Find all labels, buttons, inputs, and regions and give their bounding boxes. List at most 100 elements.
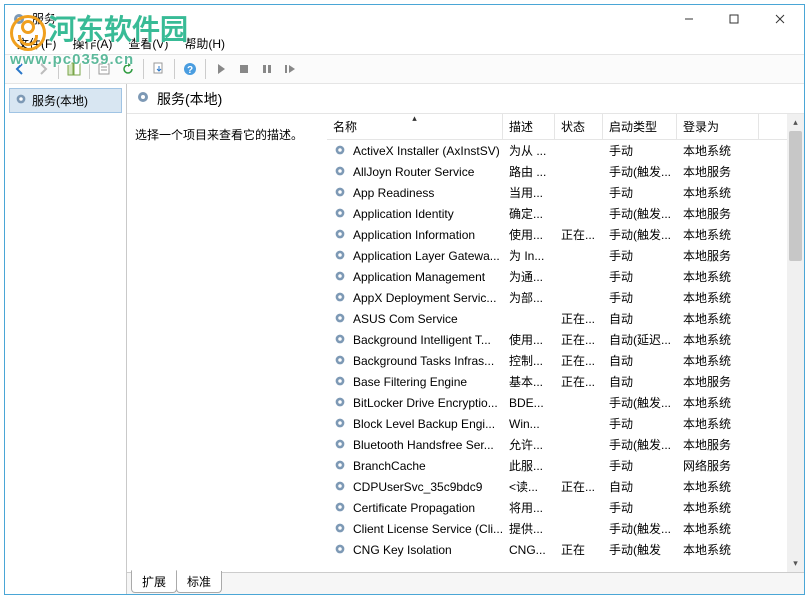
menu-file[interactable]: 文件(F) [9, 33, 64, 54]
service-status: 正在... [555, 351, 603, 370]
service-name: CNG Key Isolation [353, 543, 452, 557]
service-row[interactable]: Application Layer Gatewa...为 In...手动本地服务 [327, 245, 804, 266]
service-logon: 本地系统 [677, 393, 759, 412]
service-row[interactable]: BranchCache此服...手动网络服务 [327, 455, 804, 476]
service-startup: 手动 [603, 288, 677, 307]
restart-service-button[interactable] [279, 58, 301, 80]
service-desc: 基本... [503, 372, 555, 391]
service-logon: 本地服务 [677, 372, 759, 391]
service-logon: 本地系统 [677, 414, 759, 433]
service-logon: 本地系统 [677, 225, 759, 244]
col-header-desc[interactable]: 描述 [503, 114, 555, 139]
service-startup: 手动 [603, 141, 677, 160]
list-header: 名称▴ 描述 状态 启动类型 登录为 [327, 114, 804, 140]
service-row[interactable]: App Readiness当用...手动本地系统 [327, 182, 804, 203]
service-status [555, 213, 603, 215]
menu-view[interactable]: 查看(V) [120, 33, 176, 54]
scroll-thumb[interactable] [789, 131, 802, 261]
help-button[interactable]: ? [179, 58, 201, 80]
menu-action[interactable]: 操作(A) [64, 33, 120, 54]
toolbar: ? [5, 54, 804, 84]
service-desc: 将用... [503, 498, 555, 517]
gear-icon [333, 500, 349, 516]
gear-icon [333, 395, 349, 411]
service-startup: 自动 [603, 309, 677, 328]
service-status [555, 465, 603, 467]
scroll-down-button[interactable]: ▾ [787, 555, 804, 572]
back-button[interactable] [9, 58, 31, 80]
service-name: Client License Service (Cli... [353, 522, 503, 536]
pause-service-button[interactable] [256, 58, 278, 80]
service-startup: 自动 [603, 351, 677, 370]
close-button[interactable] [756, 5, 804, 32]
description-prompt: 选择一个项目来查看它的描述。 [135, 126, 319, 143]
forward-button[interactable] [32, 58, 54, 80]
service-desc: 为从 ... [503, 141, 555, 160]
service-desc: 使用... [503, 225, 555, 244]
col-header-name[interactable]: 名称▴ [327, 114, 503, 139]
service-desc: BDE... [503, 395, 555, 411]
service-row[interactable]: Bluetooth Handsfree Ser...允许...手动(触发...本… [327, 434, 804, 455]
service-startup: 手动 [603, 183, 677, 202]
service-row[interactable]: Client License Service (Cli...提供...手动(触发… [327, 518, 804, 539]
service-startup: 手动 [603, 267, 677, 286]
maximize-button[interactable] [711, 5, 756, 32]
service-row[interactable]: BitLocker Drive Encryptio...BDE...手动(触发.… [327, 392, 804, 413]
minimize-button[interactable] [666, 5, 711, 32]
service-startup: 自动 [603, 372, 677, 391]
service-row[interactable]: Base Filtering Engine基本...正在...自动本地服务 [327, 371, 804, 392]
service-row[interactable]: CDPUserSvc_35c9bdc9<读...正在...自动本地系统 [327, 476, 804, 497]
service-row[interactable]: AppX Deployment Servic...为部...手动本地系统 [327, 287, 804, 308]
service-name: Bluetooth Handsfree Ser... [353, 438, 494, 452]
service-status [555, 528, 603, 530]
service-row[interactable]: Application Management为通...手动本地系统 [327, 266, 804, 287]
service-desc: 确定... [503, 204, 555, 223]
tab-extended[interactable]: 扩展 [131, 570, 177, 593]
service-desc: 为通... [503, 267, 555, 286]
service-status: 正在 [555, 540, 603, 559]
service-row[interactable]: AllJoyn Router Service路由 ...手动(触发...本地服务 [327, 161, 804, 182]
service-status [555, 150, 603, 152]
properties-button[interactable] [94, 58, 116, 80]
col-header-logon[interactable]: 登录为 [677, 114, 759, 139]
service-status [555, 171, 603, 173]
vertical-scrollbar[interactable]: ▴ ▾ [787, 114, 804, 572]
service-desc: 此服... [503, 456, 555, 475]
nav-services-local[interactable]: 服务(本地) [9, 88, 122, 113]
scroll-up-button[interactable]: ▴ [787, 114, 804, 131]
service-name: AllJoyn Router Service [353, 165, 474, 179]
service-row[interactable]: Background Intelligent T...使用...正在...自动(… [327, 329, 804, 350]
service-desc: <读... [503, 477, 555, 496]
service-logon: 本地系统 [677, 309, 759, 328]
service-row[interactable]: Certificate Propagation将用...手动本地系统 [327, 497, 804, 518]
service-startup: 手动(触发... [603, 393, 677, 412]
service-row[interactable]: ActiveX Installer (AxInstSV)为从 ...手动本地系统 [327, 140, 804, 161]
service-name: Block Level Backup Engi... [353, 417, 495, 431]
export-button[interactable] [148, 58, 170, 80]
service-row[interactable]: Application Identity确定...手动(触发...本地服务 [327, 203, 804, 224]
service-logon: 本地系统 [677, 141, 759, 160]
service-status [555, 192, 603, 194]
gear-icon [333, 521, 349, 537]
col-header-startup[interactable]: 启动类型 [603, 114, 677, 139]
refresh-button[interactable] [117, 58, 139, 80]
service-startup: 手动(触发... [603, 519, 677, 538]
services-rows: ActiveX Installer (AxInstSV)为从 ...手动本地系统… [327, 140, 804, 560]
gear-icon [333, 416, 349, 432]
service-row[interactable]: Block Level Backup Engi...Win...手动本地系统 [327, 413, 804, 434]
service-row[interactable]: ASUS Com Service正在...自动本地系统 [327, 308, 804, 329]
service-row[interactable]: CNG Key IsolationCNG...正在手动(触发本地系统 [327, 539, 804, 560]
service-startup: 自动 [603, 477, 677, 496]
service-status [555, 507, 603, 509]
show-hide-tree-button[interactable] [63, 58, 85, 80]
stop-service-button[interactable] [233, 58, 255, 80]
service-desc: 为 In... [503, 246, 555, 265]
service-row[interactable]: Application Information使用...正在...手动(触发..… [327, 224, 804, 245]
start-service-button[interactable] [210, 58, 232, 80]
gear-icon [135, 89, 151, 108]
service-row[interactable]: Background Tasks Infras...控制...正在...自动本地… [327, 350, 804, 371]
gear-icon [333, 227, 349, 243]
tab-standard[interactable]: 标准 [176, 571, 222, 593]
menu-help[interactable]: 帮助(H) [176, 33, 233, 54]
col-header-status[interactable]: 状态 [555, 114, 603, 139]
